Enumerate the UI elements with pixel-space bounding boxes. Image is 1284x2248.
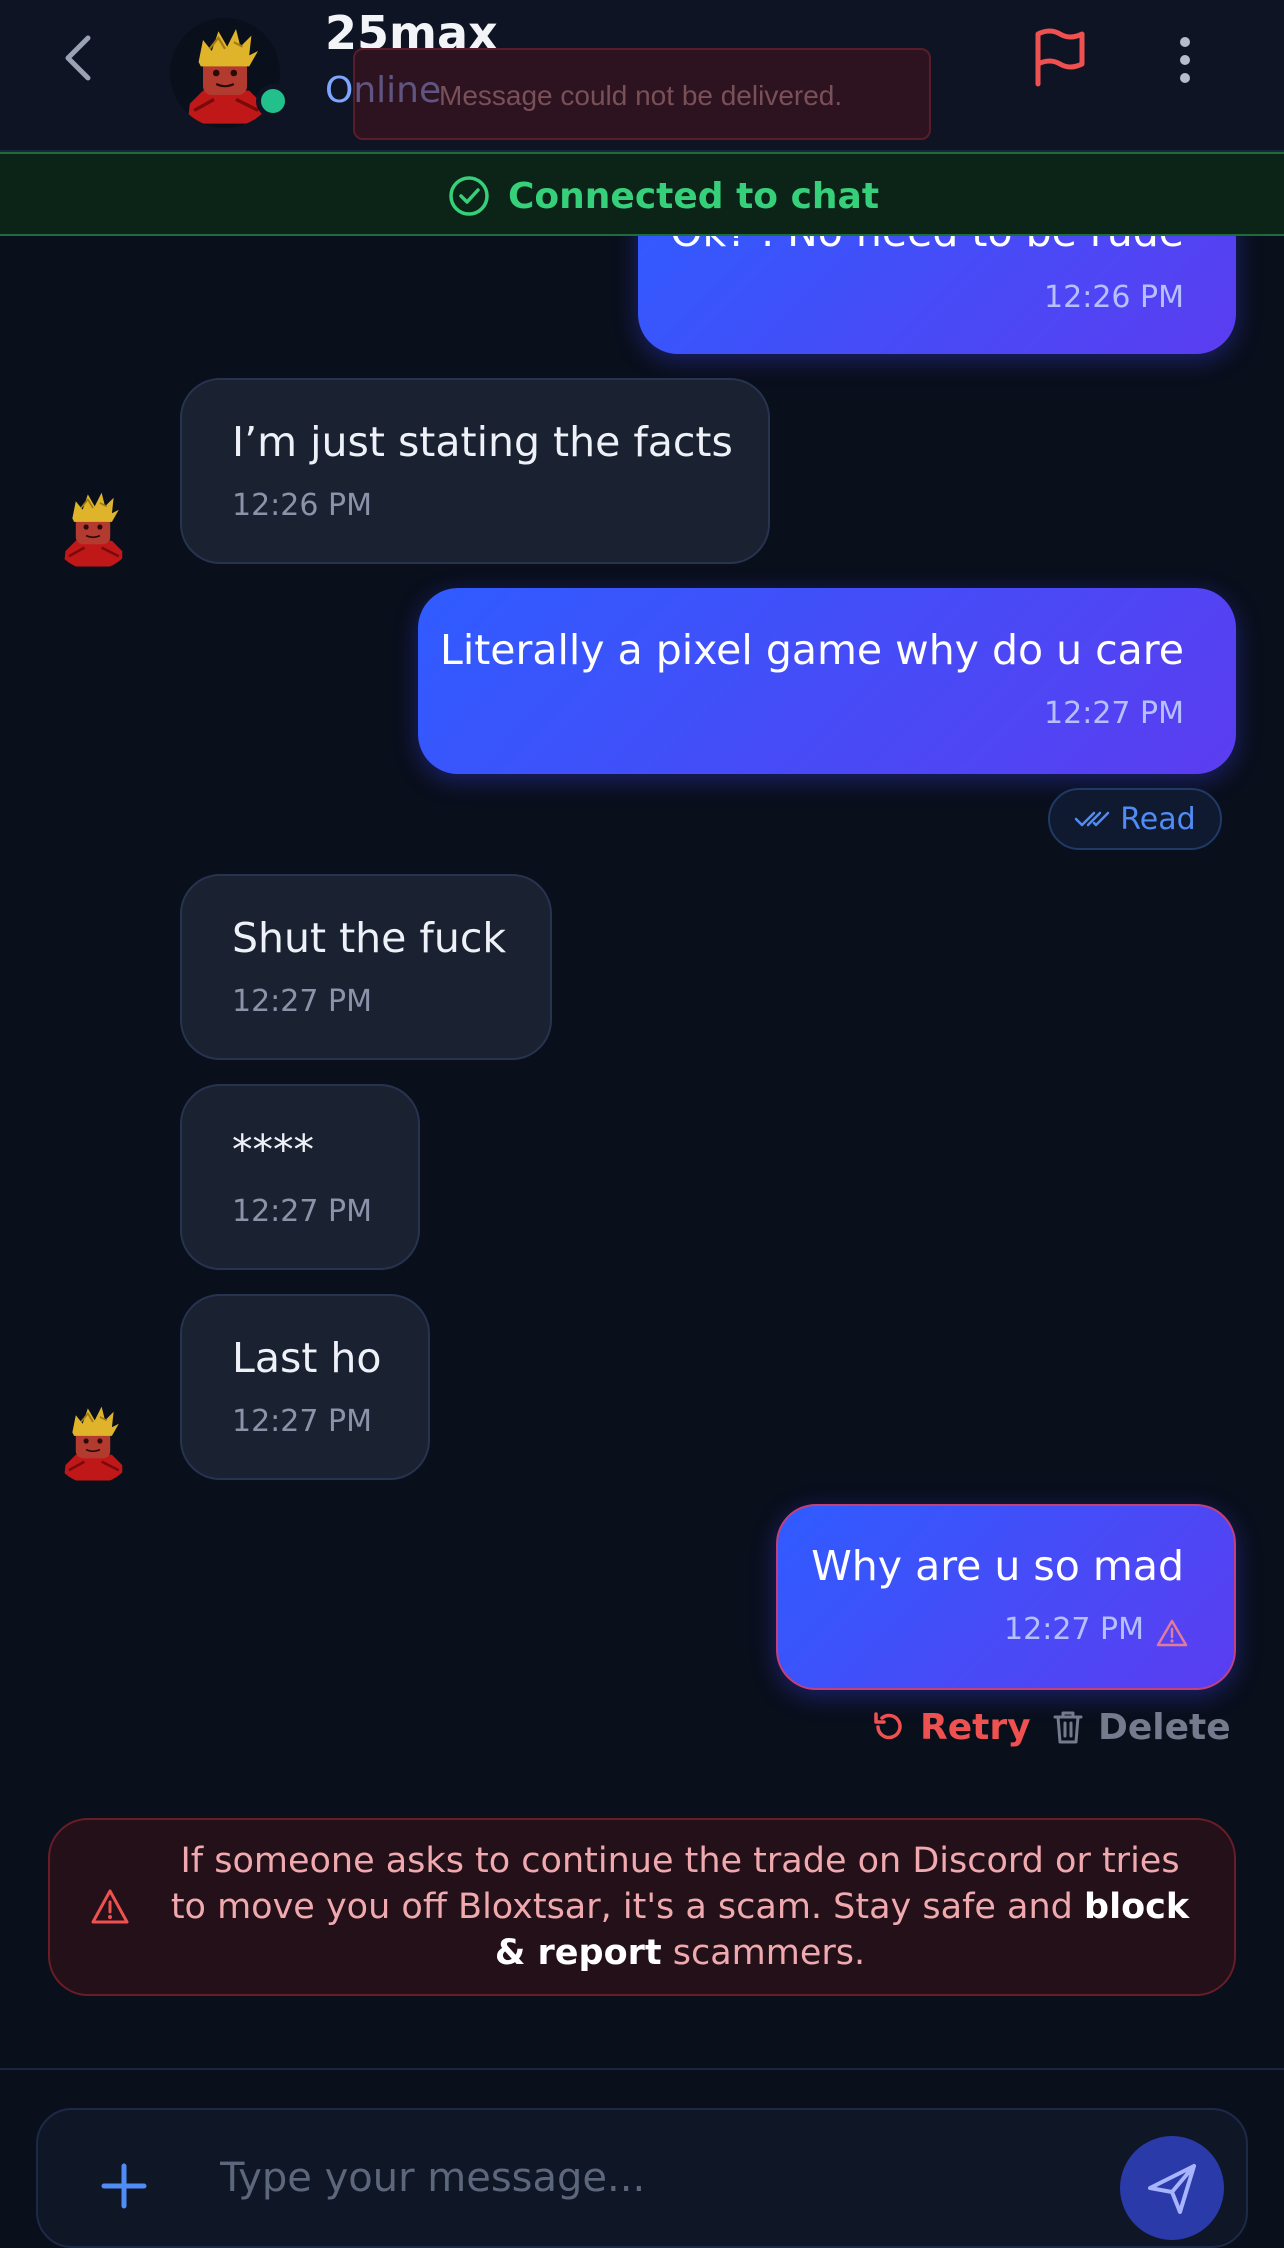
avatar-image [50,484,136,570]
message-time: 12:27 PM [232,1194,372,1229]
more-options-button[interactable] [1165,30,1205,90]
message-text: **** [232,1126,314,1174]
contact-avatar[interactable] [170,18,290,128]
sender-avatar[interactable] [50,484,136,570]
plus-icon [101,2163,147,2209]
composer-divider [0,2068,1284,2070]
flag-icon [1035,28,1085,87]
delete-label: Delete [1098,1706,1231,1748]
send-icon [1148,2164,1196,2214]
message-time: 12:27 PM [1044,696,1184,731]
avatar-image [50,1398,136,1484]
message-text: Literally a pixel game why do u care [440,626,1184,674]
message-bubble-incoming[interactable]: I’m just stating the facts 12:26 PM [180,378,770,564]
warning-triangle-icon [1156,1619,1188,1647]
message-text: Shut the fuck [232,914,507,962]
back-button[interactable] [50,28,110,88]
send-button[interactable] [1120,2136,1224,2240]
message-bubble-incoming[interactable]: **** 12:27 PM [180,1084,420,1270]
warning-text-start: If someone asks to continue the trade on… [170,1841,1180,1927]
chat-header: 25max Online Message could not be delive… [0,0,1284,152]
report-button[interactable] [1030,26,1090,90]
delete-button[interactable]: Delete [1052,1702,1231,1752]
warning-triangle-icon [91,1889,129,1924]
online-indicator [256,84,290,118]
message-bubble-incoming[interactable]: Shut the fuck 12:27 PM [180,874,552,1060]
scam-warning-banner: If someone asks to continue the trade on… [48,1818,1236,1996]
retry-icon [874,1712,902,1740]
trash-icon [1053,1711,1083,1744]
warning-text: If someone asks to continue the trade on… [160,1838,1200,1976]
message-bubble-incoming[interactable]: Last ho 12:27 PM [180,1294,430,1480]
message-composer [36,2108,1248,2248]
error-toast: Message could not be delivered. [353,48,931,140]
message-bubble-outgoing[interactable]: Literally a pixel game why do u care 12:… [418,588,1236,774]
double-check-icon [1075,811,1110,827]
check-circle-icon [449,176,489,216]
message-time: 12:27 PM [232,984,372,1019]
more-vertical-icon [1180,37,1190,83]
sender-avatar[interactable] [50,1398,136,1484]
back-arrow-icon [65,35,91,81]
connection-text: Connected to chat [508,175,880,217]
connection-banner: Connected to chat [0,152,1284,236]
message-input[interactable] [218,2142,1082,2214]
read-receipt-badge: Read [1048,788,1222,850]
message-text: I’m just stating the facts [232,418,733,466]
message-time: 12:27 PM [1004,1612,1144,1647]
retry-button[interactable]: Retry [870,1702,1031,1752]
warning-text-end: scammers. [661,1933,866,1973]
message-time: 12:27 PM [232,1404,372,1439]
message-text: Last ho [232,1334,382,1382]
read-status: Read [1120,801,1196,837]
retry-label: Retry [920,1706,1031,1748]
message-bubble-failed[interactable]: Why are u so mad 12:27 PM [776,1504,1236,1690]
attach-button[interactable] [94,2156,154,2216]
message-time: 12:26 PM [232,488,372,523]
message-time: 12:26 PM [1044,280,1184,315]
message-text: Why are u so mad [811,1542,1184,1590]
